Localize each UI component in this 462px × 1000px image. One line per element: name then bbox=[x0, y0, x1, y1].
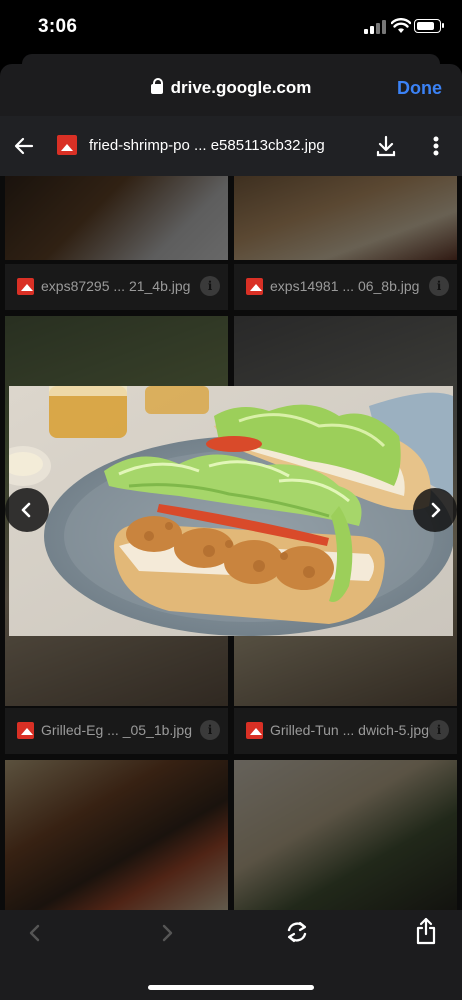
image-file-icon bbox=[17, 722, 34, 739]
grid-thumbnail[interactable] bbox=[234, 760, 457, 910]
image-file-icon bbox=[246, 278, 263, 295]
browser-back-icon[interactable] bbox=[24, 922, 46, 944]
grid-file-name: Grilled-Tun ... dwich-5.jpg bbox=[270, 722, 429, 738]
url-text: drive.google.com bbox=[170, 78, 312, 97]
chevron-left-icon bbox=[21, 502, 31, 518]
grid-file-row[interactable]: exps14981 ... 06_8b.jpg i bbox=[234, 264, 457, 310]
image-file-icon bbox=[246, 722, 263, 739]
info-icon[interactable]: i bbox=[200, 276, 220, 296]
url-bar[interactable]: drive.google.com bbox=[0, 78, 462, 98]
download-icon[interactable] bbox=[374, 134, 398, 158]
browser-forward-icon[interactable] bbox=[156, 922, 178, 944]
info-icon[interactable]: i bbox=[200, 720, 220, 740]
browser-header: drive.google.com Done bbox=[0, 64, 462, 116]
grid-file-row[interactable]: exps87295 ... 21_4b.jpg i bbox=[5, 264, 228, 310]
reload-icon[interactable] bbox=[284, 919, 310, 945]
info-icon[interactable]: i bbox=[429, 276, 449, 296]
grid-file-row[interactable]: Grilled-Eg ... _05_1b.jpg i bbox=[5, 708, 228, 754]
info-icon[interactable]: i bbox=[429, 720, 449, 740]
battery-icon bbox=[414, 19, 444, 33]
grid-thumbnail[interactable] bbox=[234, 176, 457, 260]
status-time: 3:06 bbox=[38, 16, 78, 37]
battery-level bbox=[417, 22, 434, 30]
grid-thumbnail[interactable] bbox=[5, 176, 228, 260]
image-file-icon bbox=[17, 278, 34, 295]
share-icon[interactable] bbox=[414, 917, 438, 945]
grid-file-row[interactable]: Grilled-Tun ... dwich-5.jpg i bbox=[234, 708, 457, 754]
grid-thumbnail[interactable] bbox=[5, 760, 228, 910]
file-title: fried-shrimp-po ... e585113cb32.jpg bbox=[89, 137, 325, 154]
status-bar: 3:06 bbox=[0, 0, 462, 56]
grid-file-name: exps14981 ... 06_8b.jpg bbox=[270, 278, 420, 294]
lock-icon bbox=[150, 78, 163, 94]
chevron-right-icon bbox=[431, 502, 441, 518]
done-button[interactable]: Done bbox=[397, 78, 442, 99]
next-button[interactable] bbox=[413, 488, 457, 532]
wifi-icon bbox=[391, 18, 411, 33]
previous-button[interactable] bbox=[5, 488, 49, 532]
grid-file-name: exps87295 ... 21_4b.jpg bbox=[41, 278, 191, 294]
po-boy-sandwich-image bbox=[9, 386, 453, 636]
home-indicator bbox=[148, 985, 314, 990]
more-vert-icon[interactable] bbox=[426, 134, 446, 158]
grid-file-name: Grilled-Eg ... _05_1b.jpg bbox=[41, 722, 192, 738]
image-file-icon bbox=[57, 135, 77, 155]
main-image bbox=[9, 386, 453, 636]
arrow-left-icon[interactable] bbox=[12, 134, 36, 158]
signal-icon bbox=[364, 20, 386, 34]
